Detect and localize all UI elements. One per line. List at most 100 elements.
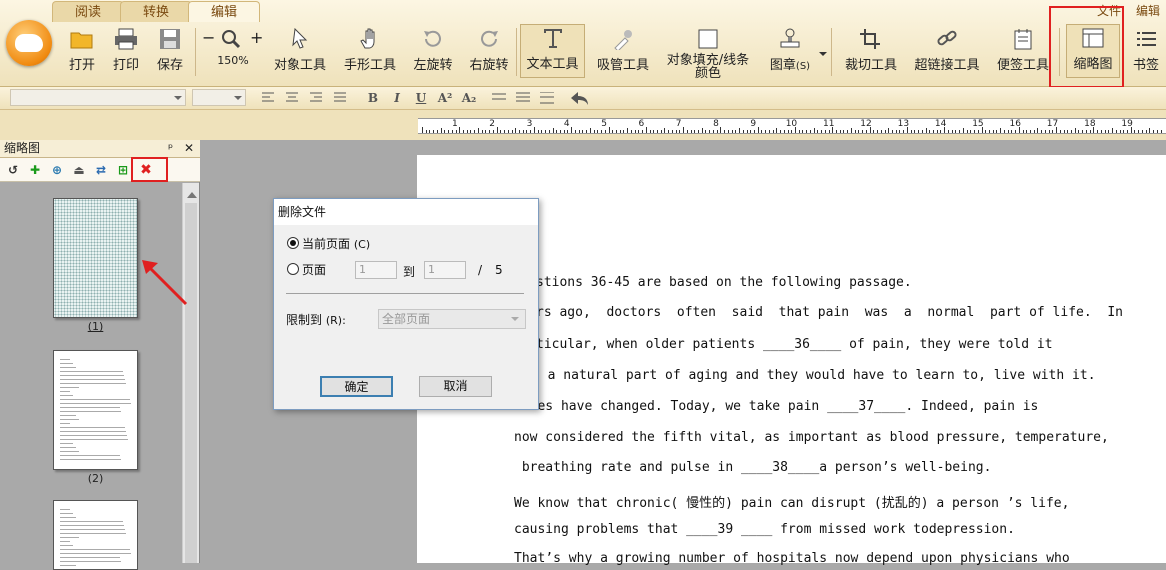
ruler-tick	[735, 130, 737, 133]
ruler-number: 3	[526, 119, 533, 129]
underline-button[interactable]: U	[412, 90, 430, 106]
close-icon[interactable]: ✕	[184, 140, 194, 157]
save-button[interactable]: 保存	[152, 26, 188, 76]
tab-read[interactable]: 阅读	[52, 1, 124, 22]
ruler-tick	[656, 130, 658, 133]
ruler-tick	[933, 130, 934, 133]
print-button[interactable]: 打印	[108, 26, 144, 76]
alignment-icons[interactable]	[262, 92, 352, 104]
crop-tool-button[interactable]: 裁切工具	[840, 26, 902, 76]
ruler-tick	[1003, 130, 1005, 133]
ruler-tick	[1011, 130, 1013, 133]
tab-edit[interactable]: 编辑	[188, 1, 260, 22]
object-tool-button[interactable]: 对象工具	[270, 26, 330, 76]
ruler-tick	[638, 130, 640, 133]
italic-button[interactable]: I	[388, 90, 406, 106]
ruler-tick	[858, 130, 860, 133]
ruler-tick	[1015, 130, 1017, 133]
ruler-tick	[955, 130, 957, 133]
ruler-tick	[518, 130, 520, 133]
hyperlink-tool-button[interactable]: 超链接工具	[912, 26, 982, 76]
ruler-tick	[966, 130, 968, 133]
text-tool-button[interactable]: 文本工具	[520, 24, 585, 78]
rotate-right-button[interactable]: 右旋转	[466, 26, 512, 76]
eyedropper-button[interactable]: 吸管工具	[594, 26, 652, 76]
line-spacing-icons[interactable]	[492, 92, 558, 104]
menu-edit[interactable]: 编辑	[1136, 2, 1160, 19]
ruler-tick	[768, 130, 770, 133]
zoom-in-button[interactable]: +	[250, 28, 263, 47]
page-to-input[interactable]: 1	[424, 261, 466, 279]
ok-button[interactable]: 确定	[320, 376, 393, 397]
replace-page-icon[interactable]: ⇄	[93, 162, 109, 178]
ruler-tick	[448, 130, 450, 133]
subscript-button[interactable]: A₂	[460, 90, 478, 106]
ruler-number: 9	[750, 119, 757, 129]
ruler-tick	[813, 128, 815, 133]
ruler-tick	[888, 128, 890, 133]
ruler-tick	[500, 130, 502, 133]
ruler-number: 8	[713, 119, 719, 129]
bookmark-button[interactable]: 书签	[1128, 26, 1164, 76]
page-range-label[interactable]: 页面	[302, 261, 326, 278]
restrict-select[interactable]: 全部页面	[378, 309, 526, 329]
undo-arrow-icon[interactable]	[570, 90, 590, 106]
crop-icon	[860, 29, 880, 49]
thumbnail-text-line	[60, 549, 130, 550]
page-thumbnail-2[interactable]	[53, 350, 138, 470]
open-button[interactable]: 打开	[64, 26, 100, 76]
ruler-tick	[720, 127, 722, 133]
font-family-select[interactable]	[10, 89, 186, 106]
fill-stroke-color-button[interactable]: 对象填充/线条 颜色	[664, 26, 752, 80]
zoom-control[interactable]: − + 150%	[200, 26, 266, 76]
ruler-tick	[895, 130, 897, 133]
ruler-tick	[843, 130, 845, 133]
zoom-value[interactable]: 150%	[200, 54, 266, 67]
doc-line-8: We know that chronic( 慢性的) pain can disr…	[514, 496, 1070, 511]
stamp-button[interactable]: 图章(S)	[764, 26, 816, 76]
thumbnail-text-line	[60, 529, 125, 530]
highlight-delete-button	[131, 157, 168, 182]
ruler-tick	[463, 130, 465, 133]
bold-button[interactable]: B	[364, 90, 382, 106]
thumbnail-text-line	[60, 455, 120, 456]
ruler-number: 2	[489, 119, 496, 129]
current-page-radio[interactable]	[287, 237, 299, 249]
dialog-title: 删除文件	[278, 205, 327, 219]
font-size-select[interactable]	[192, 89, 246, 106]
hand-tool-button[interactable]: 手形工具	[340, 26, 400, 76]
ruler-tick	[772, 130, 774, 133]
current-page-label[interactable]: 当前页面 (C)	[302, 235, 370, 252]
page-from-input[interactable]: 1	[355, 261, 397, 279]
tab-convert[interactable]: 转换	[120, 1, 192, 22]
page-thumbnail-3[interactable]	[53, 500, 138, 570]
thumbnail-text-line	[60, 383, 126, 384]
scroll-up-arrow-icon[interactable]	[187, 187, 197, 198]
ruler-tick	[716, 130, 718, 133]
cancel-button[interactable]: 取消	[419, 376, 492, 397]
ruler-number: 18	[1084, 119, 1096, 129]
annotation-arrow-icon	[142, 260, 188, 306]
note-tool-button[interactable]: 便签工具	[994, 26, 1052, 76]
insert-from-file-icon[interactable]: ⊕	[49, 162, 65, 178]
app-logo[interactable]	[6, 20, 52, 66]
rotate-page-icon[interactable]: ↺	[5, 162, 21, 178]
ruler-tick	[451, 130, 453, 133]
ruler-number: 11	[823, 119, 835, 129]
page-thumbnail-1[interactable]	[53, 198, 138, 318]
ruler-number: 7	[675, 119, 682, 129]
page-range-radio[interactable]	[287, 263, 299, 275]
zoom-out-button[interactable]: −	[202, 28, 215, 47]
cursor-arrow-icon	[292, 28, 308, 49]
stamp-dropdown-arrow[interactable]	[819, 52, 827, 60]
pin-icon[interactable]: ᵖ	[168, 140, 173, 157]
rotate-left-button[interactable]: 左旋转	[410, 26, 456, 76]
ruler-tick	[824, 130, 826, 133]
panel-scrollbar[interactable]	[182, 183, 199, 563]
scroll-thumb[interactable]	[185, 203, 197, 563]
superscript-button[interactable]: A²	[436, 90, 454, 106]
insert-page-icon[interactable]: ✚	[27, 162, 43, 178]
stamp-icon	[780, 28, 800, 48]
add-blank-page-icon[interactable]: ⊞	[115, 162, 131, 178]
extract-page-icon[interactable]: ⏏	[71, 162, 87, 178]
